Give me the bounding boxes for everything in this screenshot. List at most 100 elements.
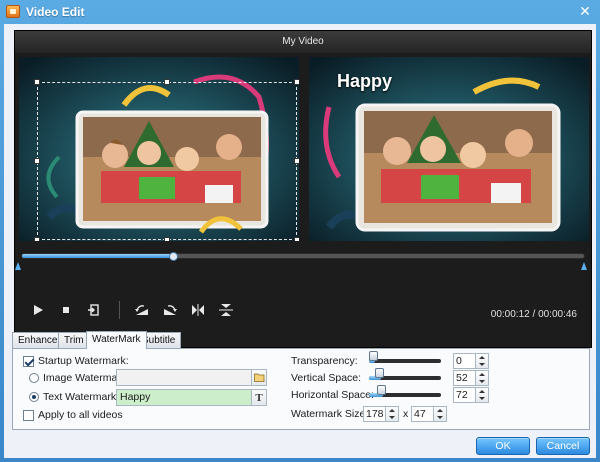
time-separator: / <box>529 309 539 320</box>
window-title: Video Edit <box>26 5 85 19</box>
resize-handle[interactable] <box>34 158 40 164</box>
spin-down-icon[interactable] <box>479 380 485 383</box>
export-frame-icon <box>88 304 99 316</box>
transparency-spinner[interactable]: 0 <box>453 353 489 369</box>
spin-down-icon[interactable] <box>479 397 485 400</box>
app-icon <box>6 5 20 18</box>
spin-down-icon[interactable] <box>389 416 395 419</box>
flip-vertical-button[interactable] <box>215 299 237 321</box>
trim-start-marker[interactable] <box>15 262 21 270</box>
horizontal-space-value: 72 <box>456 389 468 401</box>
rotate-left-icon <box>135 305 148 315</box>
tab-watermark[interactable]: WaterMark <box>86 331 147 349</box>
current-time: 00:00:12 <box>490 309 530 320</box>
snapshot-button[interactable] <box>83 299 105 321</box>
text-watermark-field[interactable]: Happy <box>116 389 252 406</box>
transparency-label: Transparency: <box>291 355 358 367</box>
folder-icon <box>253 373 264 382</box>
title-bar: Video Edit ✕ <box>0 0 600 24</box>
watermark-width-value: 178 <box>366 408 384 420</box>
spinner-buttons[interactable] <box>475 354 488 368</box>
dialog-body: My Video Happy 00:00:12 / 00:00:46 Enhan… <box>4 24 596 458</box>
vertical-space-value: 52 <box>456 372 468 384</box>
resize-handle[interactable] <box>164 237 170 241</box>
startup-watermark-checkbox[interactable] <box>23 356 34 367</box>
resize-handle[interactable] <box>294 158 299 164</box>
flip-vertical-icon <box>219 304 233 316</box>
vertical-space-label: Vertical Space: <box>291 372 362 384</box>
resize-handle[interactable] <box>34 79 40 85</box>
spinner-buttons[interactable] <box>475 388 488 402</box>
rotate-right-icon <box>164 305 177 315</box>
video-title: My Video <box>15 31 591 53</box>
close-button[interactable]: ✕ <box>576 3 594 20</box>
spin-up-icon[interactable] <box>479 356 485 359</box>
watermark-panel: Startup Watermark: Image Watermark: Text… <box>12 348 590 430</box>
tab-enhance[interactable]: Enhance <box>12 332 64 348</box>
rotate-right-button[interactable] <box>159 299 181 321</box>
browse-image-button[interactable] <box>251 369 267 386</box>
image-watermark-field[interactable] <box>116 369 252 386</box>
text-watermark-radio[interactable] <box>29 392 39 402</box>
watermark-width-spinner[interactable]: 178 <box>363 406 399 422</box>
total-time: 00:00:46 <box>538 309 577 320</box>
startup-watermark-label: Startup Watermark: <box>38 355 129 367</box>
watermark-selection-box[interactable] <box>37 82 297 240</box>
seek-thumb[interactable] <box>168 252 178 261</box>
stop-icon <box>63 307 69 313</box>
flip-horizontal-icon <box>192 304 204 316</box>
text-format-icon: T <box>255 391 263 404</box>
rotate-left-button[interactable] <box>131 299 153 321</box>
horizontal-space-slider[interactable] <box>369 385 441 402</box>
spin-up-icon[interactable] <box>479 390 485 393</box>
seek-bar[interactable] <box>21 252 585 261</box>
text-format-button[interactable]: T <box>251 389 267 406</box>
spin-up-icon[interactable] <box>437 409 443 412</box>
spinner-buttons[interactable] <box>433 407 446 421</box>
play-button[interactable] <box>27 299 49 321</box>
watermark-height-spinner[interactable]: 47 <box>411 406 447 422</box>
spinner-buttons[interactable] <box>385 407 398 421</box>
vertical-space-spinner[interactable]: 52 <box>453 370 489 386</box>
stop-button[interactable] <box>55 299 77 321</box>
slider-thumb[interactable] <box>375 368 384 378</box>
resize-handle[interactable] <box>294 79 299 85</box>
resize-handle[interactable] <box>294 237 299 241</box>
transparency-slider[interactable] <box>369 351 441 368</box>
horizontal-space-spinner[interactable]: 72 <box>453 387 489 403</box>
video-edit-window: Video Edit ✕ My Video Happy 00:00:12 / 0… <box>0 0 600 462</box>
spin-up-icon[interactable] <box>479 373 485 376</box>
flip-horizontal-button[interactable] <box>187 299 209 321</box>
vertical-space-slider[interactable] <box>369 368 441 385</box>
resize-handle[interactable] <box>164 79 170 85</box>
watermark-text-overlay: Happy <box>337 71 393 91</box>
trim-end-marker[interactable] <box>581 262 587 270</box>
apply-all-checkbox[interactable] <box>23 410 34 421</box>
output-preview: Happy <box>309 57 589 241</box>
text-watermark-label: Text Watermark: <box>43 391 120 403</box>
slider-thumb[interactable] <box>377 385 386 395</box>
size-separator: x <box>403 408 409 420</box>
watermark-size-label: Watermark Size: <box>291 408 369 420</box>
slider-track <box>369 359 441 363</box>
spin-down-icon[interactable] <box>437 416 443 419</box>
slider-thumb[interactable] <box>369 351 378 361</box>
tab-trim[interactable]: Trim <box>58 332 90 348</box>
watermark-height-value: 47 <box>414 408 426 420</box>
seek-progress <box>22 254 174 258</box>
time-display: 00:00:12 / 00:00:46 <box>491 309 577 320</box>
ok-button[interactable]: OK <box>476 437 530 455</box>
cancel-button[interactable]: Cancel <box>536 437 590 455</box>
original-preview[interactable] <box>19 57 299 241</box>
image-watermark-radio[interactable] <box>29 373 39 383</box>
play-icon <box>34 305 43 315</box>
spin-down-icon[interactable] <box>479 363 485 366</box>
resize-handle[interactable] <box>34 237 40 241</box>
video-player: My Video Happy 00:00:12 / 00:00:46 <box>14 30 592 348</box>
spinner-buttons[interactable] <box>475 371 488 385</box>
spin-up-icon[interactable] <box>389 409 395 412</box>
toolbar-divider <box>119 301 120 319</box>
transparency-value: 0 <box>456 355 462 367</box>
horizontal-space-label: Horizontal Space: <box>291 389 374 401</box>
apply-all-label: Apply to all videos <box>38 409 123 421</box>
